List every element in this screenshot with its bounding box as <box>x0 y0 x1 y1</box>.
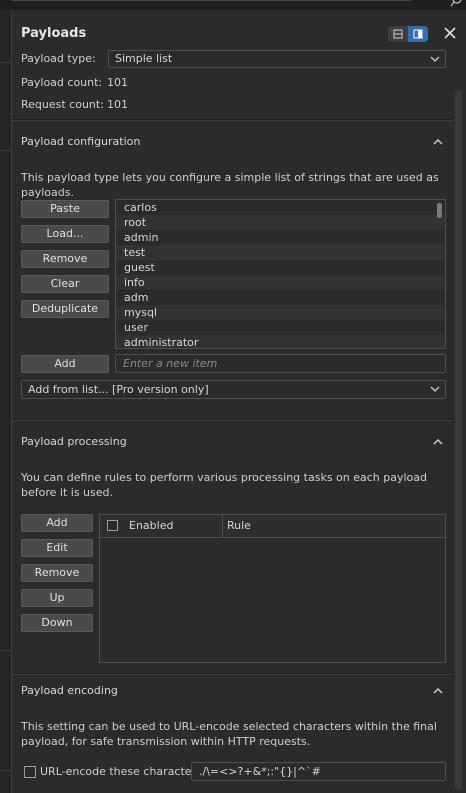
list-item[interactable]: test <box>116 245 445 260</box>
encoding-description: This setting can be used to URL-encode s… <box>21 720 437 748</box>
list-scrollbar-thumb[interactable] <box>437 203 442 218</box>
url-encode-characters-input[interactable]: ./\=<>?+&*;:"{}|^`# <box>191 762 446 781</box>
clear-button[interactable]: Clear <box>21 275 109 293</box>
chevron-down-icon <box>430 386 440 392</box>
list-item[interactable]: admin <box>116 230 445 245</box>
left-edge-panel <box>0 10 12 793</box>
list-item[interactable]: info <box>116 275 445 290</box>
enabled-column-header[interactable]: Enabled <box>129 519 173 532</box>
rule-column-header[interactable]: Rule <box>227 519 251 532</box>
processing-description: You can define rules to perform various … <box>21 471 428 499</box>
panel-title: Payloads <box>21 26 87 41</box>
url-encode-checkbox[interactable] <box>24 766 36 778</box>
collapse-configuration-icon[interactable] <box>433 138 443 146</box>
add-rule-button[interactable]: Add <box>21 514 93 532</box>
collapse-encoding-icon[interactable] <box>433 687 443 695</box>
request-count-label: Request count: <box>21 98 104 111</box>
table-header: Enabled Rule <box>100 515 445 538</box>
add-from-list-select[interactable]: Add from list... [Pro version only] <box>21 380 446 399</box>
request-count-value: 101 <box>107 98 128 111</box>
encoding-section-title: Payload encoding <box>21 684 118 697</box>
remove-item-button[interactable]: Remove <box>21 250 109 268</box>
payload-count-value: 101 <box>107 76 128 89</box>
list-item[interactable]: administrator <box>116 335 445 348</box>
processing-rules-table[interactable]: Enabled Rule <box>99 514 446 663</box>
list-item[interactable]: root <box>116 215 445 230</box>
list-item[interactable]: user <box>116 320 445 335</box>
processing-section-title: Payload processing <box>21 435 127 448</box>
move-down-button[interactable]: Down <box>21 614 93 632</box>
payload-type-value: Simple list <box>115 52 173 65</box>
panel-scrollbar[interactable] <box>455 90 462 790</box>
payload-list[interactable]: carlos root admin test guest info adm my… <box>115 199 446 349</box>
close-icon[interactable] <box>441 24 459 42</box>
payload-type-label: Payload type: <box>21 52 96 65</box>
horizontal-layout-icon[interactable] <box>388 26 408 42</box>
configuration-section-title: Payload configuration <box>21 135 141 148</box>
list-item[interactable]: guest <box>116 260 445 275</box>
add-item-button[interactable]: Add <box>21 355 109 373</box>
top-strip <box>0 0 466 10</box>
chevron-down-icon <box>430 56 440 62</box>
list-item[interactable]: carlos <box>116 200 445 215</box>
list-item[interactable]: adm <box>116 290 445 305</box>
payload-count-label: Payload count: <box>21 76 103 89</box>
url-encode-label: URL-encode these characters: <box>40 765 206 778</box>
load-button[interactable]: Load... <box>21 225 109 243</box>
collapse-processing-icon[interactable] <box>433 438 443 446</box>
vertical-layout-icon[interactable] <box>408 26 428 42</box>
deduplicate-button[interactable]: Deduplicate <box>21 300 109 318</box>
add-from-list-label: Add from list... [Pro version only] <box>28 383 209 396</box>
search-icon[interactable] <box>450 0 464 8</box>
select-all-checkbox[interactable] <box>107 520 118 531</box>
configuration-description: This payload type lets you configure a s… <box>21 171 439 199</box>
list-item[interactable]: mysql <box>116 305 445 320</box>
edit-rule-button[interactable]: Edit <box>21 539 93 557</box>
new-item-input[interactable]: Enter a new item <box>115 354 446 373</box>
layout-toggle[interactable] <box>388 26 428 42</box>
move-up-button[interactable]: Up <box>21 589 93 607</box>
remove-rule-button[interactable]: Remove <box>21 564 93 582</box>
payload-type-select[interactable]: Simple list <box>108 50 446 68</box>
panel-header: Payloads <box>12 10 466 54</box>
paste-button[interactable]: Paste <box>21 200 109 218</box>
